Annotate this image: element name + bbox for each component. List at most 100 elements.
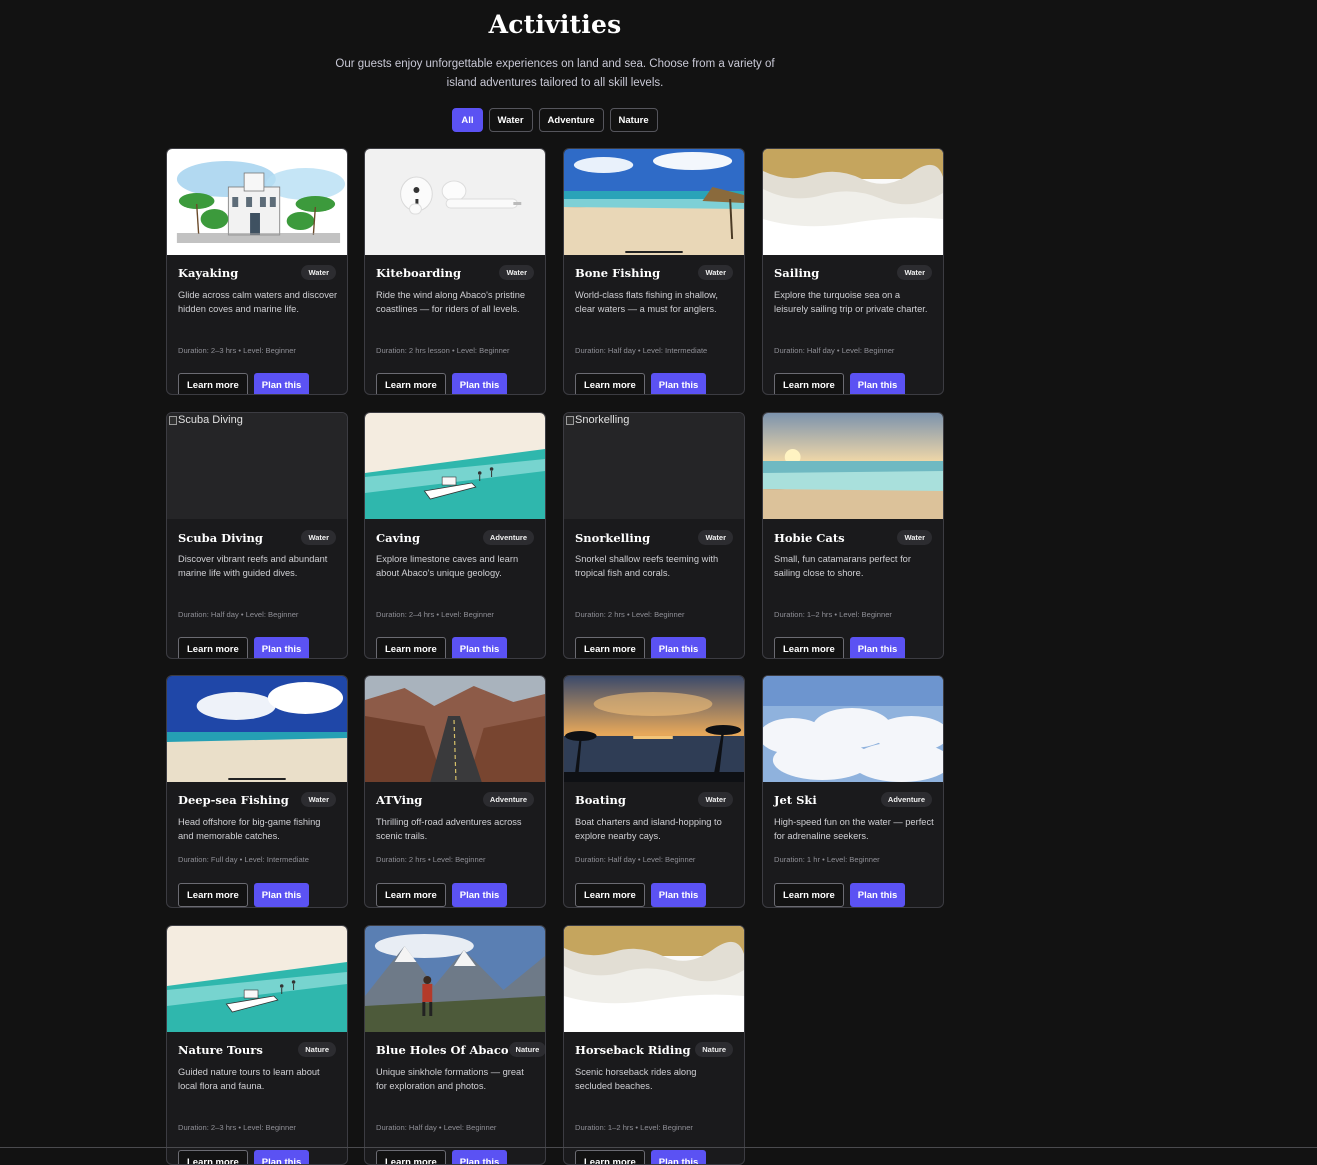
plan-this-button[interactable]: Plan this	[451, 883, 508, 907]
activity-image	[167, 149, 347, 255]
activity-meta: Duration: Half day • Level: Beginner	[575, 855, 736, 864]
learn-more-button[interactable]: Learn more	[575, 883, 645, 907]
plan-this-button[interactable]: Plan this	[451, 1150, 508, 1164]
plan-this-button[interactable]: Plan this	[650, 373, 707, 394]
card-header: Caving Adventure	[376, 530, 534, 545]
plan-this-button[interactable]: Plan this	[253, 883, 310, 907]
plan-this-button[interactable]: Plan this	[253, 1150, 310, 1164]
card-actions: Learn more Plan this	[178, 373, 310, 394]
card-body: Bone Fishing Water World-class flats fis…	[564, 255, 744, 394]
activity-description: Boat charters and island-hopping to expl…	[575, 817, 722, 841]
activity-card: Jet Ski Adventure High-speed fun on the …	[762, 675, 944, 908]
activity-card: Scuba Diving Scuba Diving Water Discover…	[166, 412, 348, 659]
activity-image: Scuba Diving	[167, 413, 347, 519]
category-badge: Nature	[695, 1042, 733, 1057]
card-actions: Learn more Plan this	[774, 637, 906, 658]
learn-more-button[interactable]: Learn more	[376, 637, 446, 658]
learn-more-button[interactable]: Learn more	[376, 1150, 446, 1164]
learn-more-button[interactable]: Learn more	[376, 373, 446, 394]
activity-title: Jet Ski	[774, 792, 817, 807]
activity-card: Caving Adventure Explore limestone caves…	[364, 412, 546, 659]
activity-card: Nature Tours Nature Guided nature tours …	[166, 925, 348, 1165]
filter-water-button[interactable]: Water	[488, 108, 533, 132]
card-header: Hobie Cats Water	[774, 530, 932, 545]
learn-more-button[interactable]: Learn more	[178, 1150, 248, 1164]
activity-level: Level: Beginner	[642, 855, 696, 864]
card-body: Sailing Water Explore the turquoise sea …	[763, 255, 943, 394]
card-actions: Learn more Plan this	[376, 1150, 508, 1164]
activity-description: High-speed fun on the water — perfect fo…	[774, 817, 934, 841]
plan-this-button[interactable]: Plan this	[849, 373, 906, 394]
card-actions: Learn more Plan this	[575, 883, 707, 907]
filter-all-button[interactable]: All	[452, 108, 483, 132]
activity-card: Kiteboarding Water Ride the wind along A…	[364, 148, 546, 395]
plan-this-button[interactable]: Plan this	[253, 637, 310, 658]
activity-card: Kayaking Water Glide across calm waters …	[166, 148, 348, 395]
activity-duration: Duration: 2 hrs lesson	[376, 346, 450, 355]
activity-image: Snorkelling	[564, 413, 744, 519]
plan-this-button[interactable]: Plan this	[650, 637, 707, 658]
activity-duration: Duration: 2–3 hrs	[178, 346, 237, 355]
plan-this-button[interactable]: Plan this	[451, 373, 508, 394]
learn-more-button[interactable]: Learn more	[774, 373, 844, 394]
activity-description: Unique sinkhole formations — great for e…	[376, 1067, 524, 1091]
activity-image	[365, 926, 545, 1032]
card-actions: Learn more Plan this	[774, 373, 906, 394]
learn-more-button[interactable]: Learn more	[376, 883, 446, 907]
activity-level: Level: Intermediate	[244, 855, 310, 864]
card-header: Kiteboarding Water	[376, 265, 534, 280]
card-body: Blue Holes Of Abaco Nature Unique sinkho…	[365, 1032, 545, 1164]
learn-more-button[interactable]: Learn more	[178, 883, 248, 907]
plan-this-button[interactable]: Plan this	[650, 883, 707, 907]
plan-this-button[interactable]: Plan this	[849, 883, 906, 907]
card-header: Sailing Water	[774, 265, 932, 280]
learn-more-button[interactable]: Learn more	[178, 637, 248, 658]
activity-title: Kayaking	[178, 265, 239, 280]
activity-image	[365, 149, 545, 255]
learn-more-button[interactable]: Learn more	[575, 373, 645, 394]
card-body: Caving Adventure Explore limestone caves…	[365, 519, 545, 658]
activity-meta: Duration: 2–3 hrs • Level: Beginner	[178, 1123, 339, 1132]
activity-title: Bone Fishing	[575, 265, 661, 280]
image-alt-text: Snorkelling	[575, 414, 630, 426]
activity-duration: Duration: Full day	[178, 855, 238, 864]
card-header: Bone Fishing Water	[575, 265, 733, 280]
activity-level: Level: Beginner	[841, 346, 895, 355]
broken-image-alt: Scuba Diving	[169, 414, 243, 426]
filter-adventure-button[interactable]: Adventure	[538, 108, 604, 132]
category-badge: Nature	[508, 1042, 545, 1057]
learn-more-button[interactable]: Learn more	[774, 883, 844, 907]
activity-card: Deep-sea Fishing Water Head offshore for…	[166, 675, 348, 908]
activity-image	[167, 926, 347, 1032]
card-body: Horseback Riding Nature Scenic horseback…	[564, 1032, 744, 1164]
activity-description: Ride the wind along Abaco's pristine coa…	[376, 290, 526, 314]
card-body: Deep-sea Fishing Water Head offshore for…	[167, 782, 347, 907]
activity-duration: Duration: 2–4 hrs	[376, 610, 435, 619]
activity-meta: Duration: 2–3 hrs • Level: Beginner	[178, 346, 339, 355]
activity-description: Thrilling off-road adventures across sce…	[376, 817, 522, 841]
card-header: Kayaking Water	[178, 265, 336, 280]
card-body: Kayaking Water Glide across calm waters …	[167, 255, 347, 394]
plan-this-button[interactable]: Plan this	[650, 1150, 707, 1164]
plan-this-button[interactable]: Plan this	[253, 373, 310, 394]
activity-title: Kiteboarding	[376, 265, 462, 280]
filter-nature-button[interactable]: Nature	[609, 108, 658, 132]
card-body: Snorkelling Water Snorkel shallow reefs …	[564, 519, 744, 658]
card-actions: Learn more Plan this	[575, 373, 707, 394]
activity-meta: Duration: 1 hr • Level: Beginner	[774, 855, 935, 864]
learn-more-button[interactable]: Learn more	[178, 373, 248, 394]
plan-this-button[interactable]: Plan this	[849, 637, 906, 658]
learn-more-button[interactable]: Learn more	[774, 637, 844, 658]
card-body: Kiteboarding Water Ride the wind along A…	[365, 255, 545, 394]
plan-this-button[interactable]: Plan this	[451, 637, 508, 658]
activity-duration: Duration: Half day	[575, 346, 636, 355]
learn-more-button[interactable]: Learn more	[575, 1150, 645, 1164]
activity-description: Snorkel shallow reefs teeming with tropi…	[575, 554, 719, 578]
learn-more-button[interactable]: Learn more	[575, 637, 645, 658]
activity-description: Explore limestone caves and learn about …	[376, 554, 519, 578]
activity-title: Scuba Diving	[178, 530, 263, 545]
activity-level: Level: Beginner	[243, 1123, 296, 1132]
category-badge: Adventure	[482, 530, 534, 545]
card-actions: Learn more Plan this	[575, 1150, 707, 1164]
card-actions: Learn more Plan this	[376, 883, 508, 907]
